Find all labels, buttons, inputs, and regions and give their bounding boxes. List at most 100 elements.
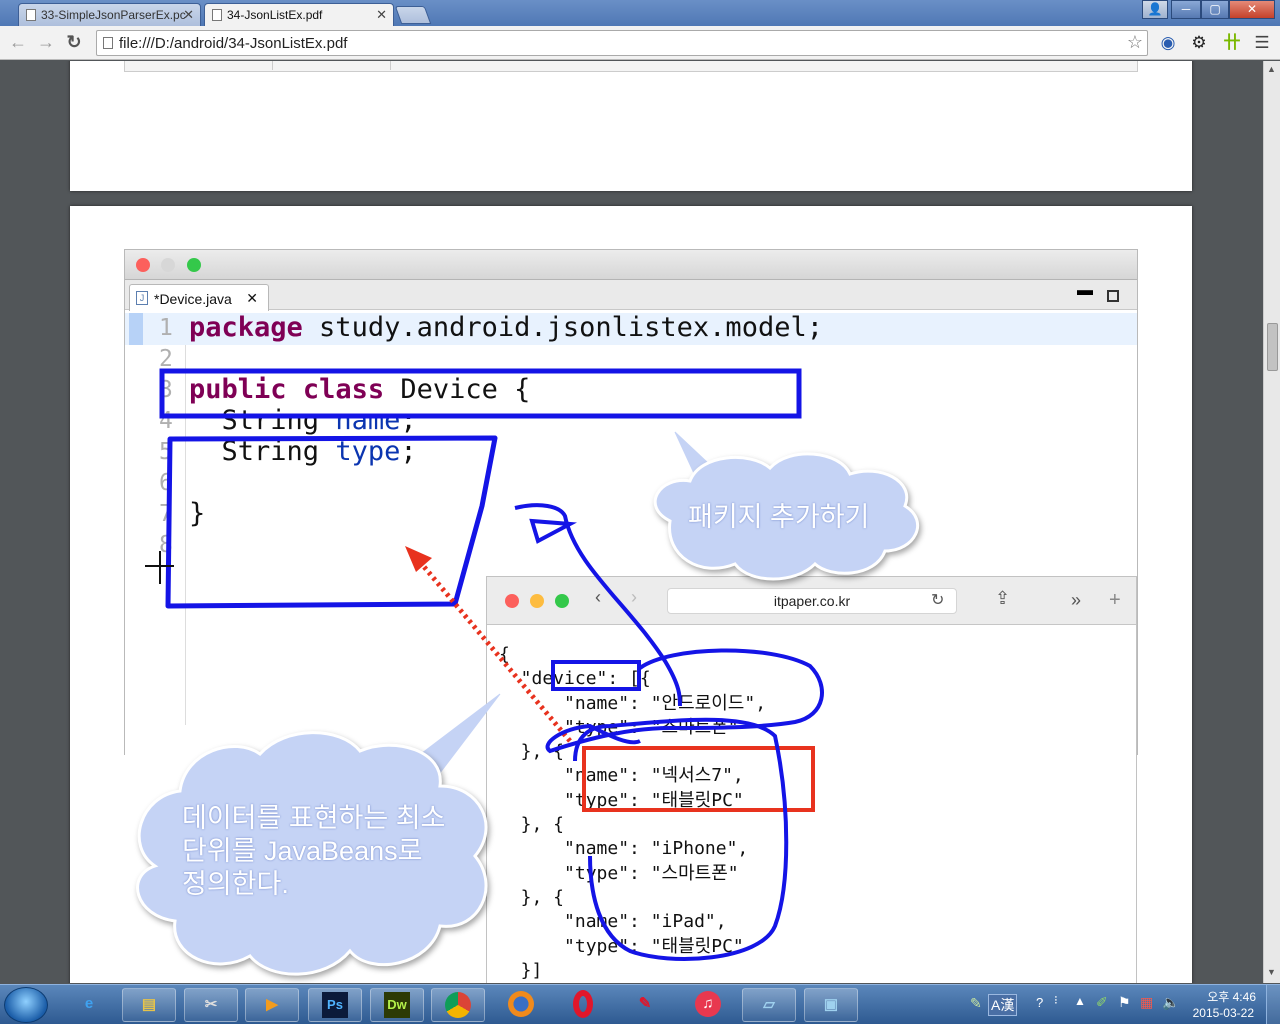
photo-viewer-icon[interactable]: ▣ [804,988,858,1022]
eclipse-title-bar [125,250,1137,280]
code-line-package: package study.android.jsonlistex.model; [189,312,823,343]
vertical-scrollbar[interactable]: ▲ ▼ [1263,61,1280,983]
itunes-icon[interactable]: ♫ [681,988,735,1022]
clock-date[interactable]: 2015-03-22 [1193,1006,1254,1020]
javabeans-callout-line: 정의한다. [182,869,289,899]
windows-taskbar: e ▤ ✂ ▶ Ps Dw ✎ ♫ ▱ ▣ ✎ A漢 ? ⁝ ▲ ✐ ⚑ ▦ 🔈… [0,984,1280,1024]
editor-gutter-line [185,345,186,725]
firefox-icon[interactable] [494,988,548,1022]
network-icon[interactable]: ▦ [1140,994,1153,1011]
more-chevrons-icon: » [1071,590,1082,610]
zoom-light-icon [187,258,201,272]
show-hidden-icons-chevron-icon[interactable]: ▲ [1074,994,1086,1008]
new-tab-plus-icon: + [1109,589,1121,611]
close-button[interactable]: ✕ [1229,0,1275,19]
file-tab-label: *Device.java [154,291,232,307]
close-light-icon [136,258,150,272]
file-explorer-icon[interactable]: ▤ [122,988,176,1022]
help-icon[interactable]: ? [1036,995,1043,1010]
editor-file-tab: J *Device.java ✕ [129,284,269,311]
tab-simple-json-parser[interactable]: 33-SimpleJsonParserEx.pc ✕ [18,3,201,26]
pdf-page: J *Device.java ✕ ▬ 1 2 3 4 5 6 7 8 packa [70,206,1192,983]
url-input[interactable] [119,34,1119,52]
safari-json-screenshot: ‹ › itpaper.co.kr ↻ ⇪ » + { "device": [{… [486,576,1137,983]
json-line: { [499,644,510,665]
scroll-up-arrow-icon[interactable]: ▲ [1267,64,1276,74]
show-desktop-button[interactable] [1266,985,1280,1024]
line-number: 7 [159,501,173,527]
unknown-app-icon[interactable]: ✎ [618,988,672,1022]
internet-explorer-icon[interactable]: e [62,988,116,1022]
line-number: 6 [159,470,173,496]
bookmark-star-icon[interactable]: ☆ [1127,32,1143,53]
scrollbar-thumb[interactable] [1267,323,1278,371]
minimize-button[interactable]: ─ [1171,0,1201,19]
javabeans-callout-line: 데이터를 표현하는 최소 [182,803,446,833]
json-line: "type": "스마트폰" [499,862,739,884]
line-number: 5 [159,439,173,465]
gear-icon[interactable]: ⚙ [1188,33,1210,55]
media-player-icon[interactable]: ▶ [245,988,299,1022]
dreamweaver-icon[interactable]: Dw [370,988,424,1022]
close-tab-icon[interactable]: ✕ [183,7,194,23]
code-line-type-field: String type; [189,436,417,467]
code-line-name-field: String name; [189,405,417,436]
photoshop-icon[interactable]: Ps [308,988,362,1022]
json-line: "name": "넥서스7", [499,765,744,787]
pdf-page [70,61,1192,191]
chrome-icon[interactable] [431,988,485,1022]
ime-mode-indicator[interactable]: A漢 [988,994,1018,1016]
globe-icon[interactable]: ◉ [1157,33,1179,55]
clock-time[interactable]: 오후 4:46 [1207,988,1256,1005]
json-line: "name": "iPad", [499,911,727,933]
tab-json-list[interactable]: 34-JsonListEx.pdf ✕ [204,3,394,26]
reload-icon[interactable]: ↻ [62,31,86,55]
forward-arrow-icon[interactable]: → [34,31,58,55]
browser-tab-bar: 33-SimpleJsonParserEx.pc ✕ 34-JsonListEx… [0,0,1280,26]
address-bar[interactable]: ☆ [96,30,1148,56]
json-line: }, { [499,741,565,763]
new-tab-button[interactable] [394,6,432,24]
back-arrow-icon[interactable]: ← [6,31,30,55]
line-number: 4 [159,408,173,434]
start-button[interactable] [4,987,48,1023]
maximize-view-icon [1107,290,1119,302]
menu-icon[interactable]: ☰ [1251,33,1273,55]
minimize-light-icon [161,258,175,272]
json-response: { "device": [{ "name": "안드로이드", "type": … [499,643,766,983]
code-line-class: public class Device { [189,374,531,405]
maximize-button[interactable]: ▢ [1201,0,1229,19]
share-icon: ⇪ [995,588,1011,608]
safari-toolbar: ‹ › itpaper.co.kr ↻ ⇪ » + [487,577,1136,625]
json-line: }] [499,959,543,981]
user-icon[interactable]: 👤 [1142,0,1168,19]
close-tab-icon: ✕ [246,290,258,306]
json-line: }, { [499,886,565,908]
extension-icon[interactable]: 卄 [1221,33,1243,55]
back-chevron-icon: ‹ [595,587,601,607]
close-tab-icon[interactable]: ✕ [376,7,387,23]
opera-icon[interactable] [556,988,610,1022]
notepad-icon[interactable]: ▱ [742,988,796,1022]
minimize-light-icon [530,594,544,608]
volume-icon[interactable]: 🔈 [1162,994,1179,1011]
options-icon[interactable]: ⁝ [1054,993,1058,1007]
java-file-icon: J [136,291,148,305]
document-icon [26,9,36,21]
json-line: "type": "스마트폰" [499,716,739,738]
javabeans-callout-line: 단위를 JavaBeans로 [182,836,423,866]
tray-pen-icon[interactable]: ✐ [1096,994,1108,1011]
scroll-down-arrow-icon[interactable]: ▼ [1267,967,1276,977]
package-callout-text: 패키지 추가하기 [688,502,870,532]
json-line: }, { [499,814,565,836]
code-line-close-brace: } [189,498,206,529]
json-line: "type": "태블릿PC" [499,789,744,811]
snipping-tool-icon[interactable]: ✂ [184,988,238,1022]
line-number: 8 [159,532,173,558]
reload-icon: ↻ [931,592,945,609]
pdf-viewer[interactable]: J *Device.java ✕ ▬ 1 2 3 4 5 6 7 8 packa [0,61,1263,983]
network-pen-icon[interactable]: ✎ [970,995,982,1012]
zoom-light-icon [555,594,569,608]
tab-title: 33-SimpleJsonParserEx.pc [41,8,186,22]
action-center-flag-icon[interactable]: ⚑ [1118,994,1131,1011]
